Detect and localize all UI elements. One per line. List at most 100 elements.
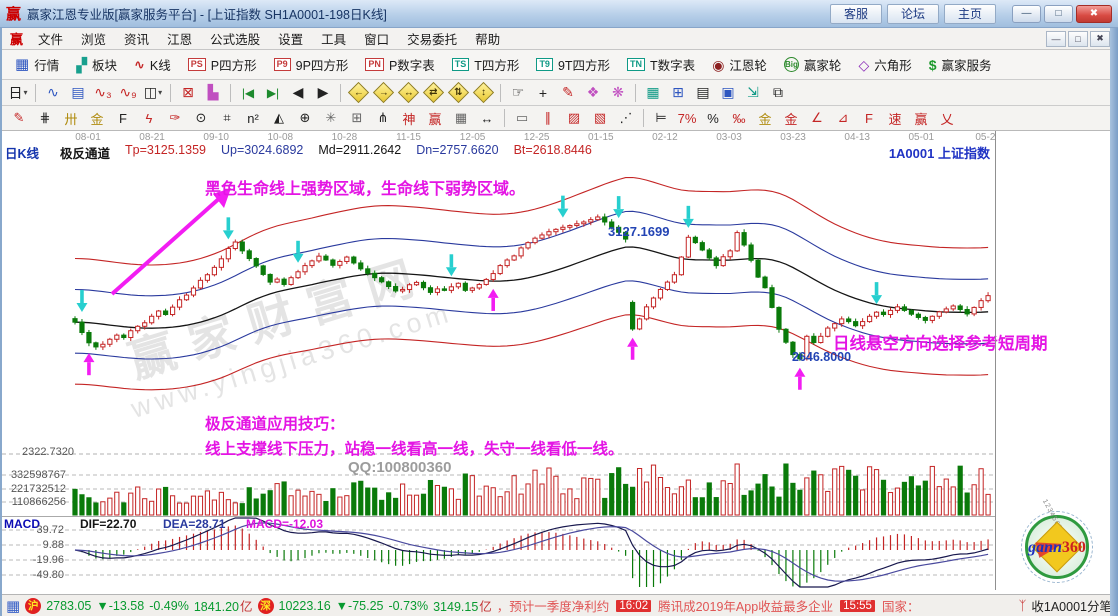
toolbar-item-hexagon[interactable]: ◇六角形: [851, 53, 918, 76]
info-note-icon[interactable]: ▤: [66, 82, 90, 104]
prev-bar-icon[interactable]: ◀: [286, 82, 310, 104]
percent7-tool-icon[interactable]: 7%: [674, 108, 700, 129]
jump-last-icon[interactable]: ▶|: [261, 82, 285, 104]
formula-icon[interactable]: ⊠: [176, 82, 200, 104]
child-minimize-button[interactable]: —: [1046, 31, 1066, 47]
gann-circle-tool-icon[interactable]: ⊙: [188, 108, 214, 129]
hand-tool-icon[interactable]: ☞: [506, 82, 530, 104]
print-icon[interactable]: ⧉: [766, 82, 790, 104]
annotate-tool-icon[interactable]: ✎: [556, 82, 580, 104]
forum-button[interactable]: 论坛: [887, 4, 939, 24]
grid-small-tool-icon[interactable]: ⌗: [214, 108, 240, 129]
gold-line-tool-icon[interactable]: 金: [752, 108, 778, 129]
period-day-icon[interactable]: 日▾: [6, 82, 30, 104]
flower-tool-icon[interactable]: ✳: [318, 108, 344, 129]
toolbar-item-9p-square[interactable]: P99P四方形: [267, 53, 356, 76]
menu-help[interactable]: 帮助: [466, 27, 509, 50]
winner-tool-icon[interactable]: 赢: [422, 108, 448, 129]
crosshair-tool-icon[interactable]: +: [531, 82, 555, 104]
speed-line-tool-icon[interactable]: 速: [882, 108, 908, 129]
expand-h-icon[interactable]: ↔: [396, 82, 420, 104]
menu-window[interactable]: 窗口: [355, 27, 398, 50]
market-grid-icon[interactable]: ▦: [6, 597, 20, 615]
gold-gate9-tool-icon[interactable]: 金: [84, 108, 110, 129]
toolbar-item-9t-square[interactable]: T99T四方形: [529, 53, 617, 76]
stamp-tool-icon[interactable]: ❖: [581, 82, 605, 104]
save-icon[interactable]: ▣: [716, 82, 740, 104]
permille-tool-icon[interactable]: ‰: [726, 108, 752, 129]
zoom-left-icon[interactable]: ←: [346, 82, 370, 104]
menu-formula-pick[interactable]: 公式选股: [201, 27, 269, 50]
red-pen-tool-icon[interactable]: ✑: [162, 108, 188, 129]
toolbar-item-p-square[interactable]: PSP四方形: [181, 53, 264, 76]
menu-tools[interactable]: 工具: [312, 27, 355, 50]
volume-plot[interactable]: [0, 461, 1110, 516]
gann-box-tool-icon[interactable]: ⊞: [344, 108, 370, 129]
calculator-icon[interactable]: ⊞: [666, 82, 690, 104]
x-lines-tool-icon[interactable]: 乂: [934, 108, 960, 129]
magic-tool-icon[interactable]: 神: [396, 108, 422, 129]
angle-tool-icon[interactable]: ◭: [266, 108, 292, 129]
slant-lines-tool-icon[interactable]: ⋰: [613, 108, 639, 129]
angle-line-tool-icon[interactable]: ∠: [804, 108, 830, 129]
menu-news[interactable]: 资讯: [115, 27, 158, 50]
news-ticker[interactable]: ，预计一季度净利约16:02腾讯成2019年App收益最多企业15:55国家：: [497, 596, 1014, 615]
window-frame-right[interactable]: [1110, 28, 1118, 616]
toolbar-item-t-square[interactable]: TST四方形: [445, 53, 527, 76]
gold-line2-tool-icon[interactable]: 金: [778, 108, 804, 129]
menu-file[interactable]: 文件: [29, 27, 72, 50]
toolbar-item-t-table[interactable]: TNT数字表: [620, 53, 702, 76]
homepage-button[interactable]: 主页: [944, 4, 996, 24]
menu-gann[interactable]: 江恩: [158, 27, 201, 50]
compress-h-icon[interactable]: ⇄: [421, 82, 445, 104]
menu-browse[interactable]: 浏览: [72, 27, 115, 50]
zoom-right-icon[interactable]: →: [371, 82, 395, 104]
fork-tool-icon[interactable]: ⋔: [370, 108, 396, 129]
radial-lines-tool-icon[interactable]: ∥: [535, 108, 561, 129]
toolbar-item-winner-wheel[interactable]: Big赢家轮: [777, 53, 849, 76]
trend-curves-icon[interactable]: ∿: [41, 82, 65, 104]
toolbar-item-quotes[interactable]: ▦行情: [8, 53, 66, 76]
wave-9-icon[interactable]: ∿₉: [116, 82, 140, 104]
candle-style-icon[interactable]: ◫▾: [141, 82, 165, 104]
toolbar-item-p-table[interactable]: PNP数字表: [358, 53, 441, 76]
pattern-tool-icon[interactable]: ❋: [606, 82, 630, 104]
customer-service-button[interactable]: 客服: [830, 4, 882, 24]
scale-tool-icon[interactable]: ⊨: [648, 108, 674, 129]
rect-tool-icon[interactable]: ▭: [509, 108, 535, 129]
wheel-tool-icon[interactable]: ⊕: [292, 108, 318, 129]
grid-tool-icon[interactable]: ▦: [448, 108, 474, 129]
compress-v-icon[interactable]: ↕: [471, 82, 495, 104]
gold-gate-tool-icon[interactable]: 卅: [58, 108, 84, 129]
winner-angle-tool-icon[interactable]: 赢: [908, 108, 934, 129]
menu-settings[interactable]: 设置: [269, 27, 312, 50]
fence-tool-icon[interactable]: ⋕: [32, 108, 58, 129]
toolbar-item-gann-wheel[interactable]: ◉江恩轮: [705, 53, 774, 76]
chart-area[interactable]: 08-0108-2109-1010-0810-2811-1512-0512-25…: [0, 131, 1110, 594]
n2-tool-icon[interactable]: n²: [240, 108, 266, 129]
minimize-button[interactable]: —: [1012, 5, 1041, 23]
calendar-icon[interactable]: ▦: [641, 82, 665, 104]
toolbar-item-kline[interactable]: ∿K线: [127, 53, 178, 76]
pen-tool-icon[interactable]: ✎: [6, 108, 32, 129]
next-bar-icon[interactable]: ▶: [311, 82, 335, 104]
percent-tool-icon[interactable]: %: [700, 108, 726, 129]
notebook-icon[interactable]: ▤: [691, 82, 715, 104]
fan-f-tool-icon[interactable]: F: [110, 108, 136, 129]
timeshare-chart-icon[interactable]: ▙: [201, 82, 225, 104]
expand-v-icon[interactable]: ⇅: [446, 82, 470, 104]
wave-3-icon[interactable]: ∿₃: [91, 82, 115, 104]
child-close-button[interactable]: ✖: [1090, 31, 1110, 47]
jump-first-icon[interactable]: |◀: [236, 82, 260, 104]
menu-trade[interactable]: 交易委托: [398, 27, 466, 50]
child-restore-button[interactable]: □: [1068, 31, 1088, 47]
spring-tool-icon[interactable]: ϟ: [136, 108, 162, 129]
f-angle-tool-icon[interactable]: F: [856, 108, 882, 129]
shade-rect-tool-icon[interactable]: ▨: [561, 108, 587, 129]
close-button[interactable]: ✖: [1076, 5, 1112, 23]
triangle-tool-icon[interactable]: ⊿: [830, 108, 856, 129]
grid-rect-tool-icon[interactable]: ▧: [587, 108, 613, 129]
export-icon[interactable]: ⇲: [741, 82, 765, 104]
toolbar-item-sectors[interactable]: ▞板块: [69, 53, 124, 76]
restore-button[interactable]: □: [1044, 5, 1073, 23]
